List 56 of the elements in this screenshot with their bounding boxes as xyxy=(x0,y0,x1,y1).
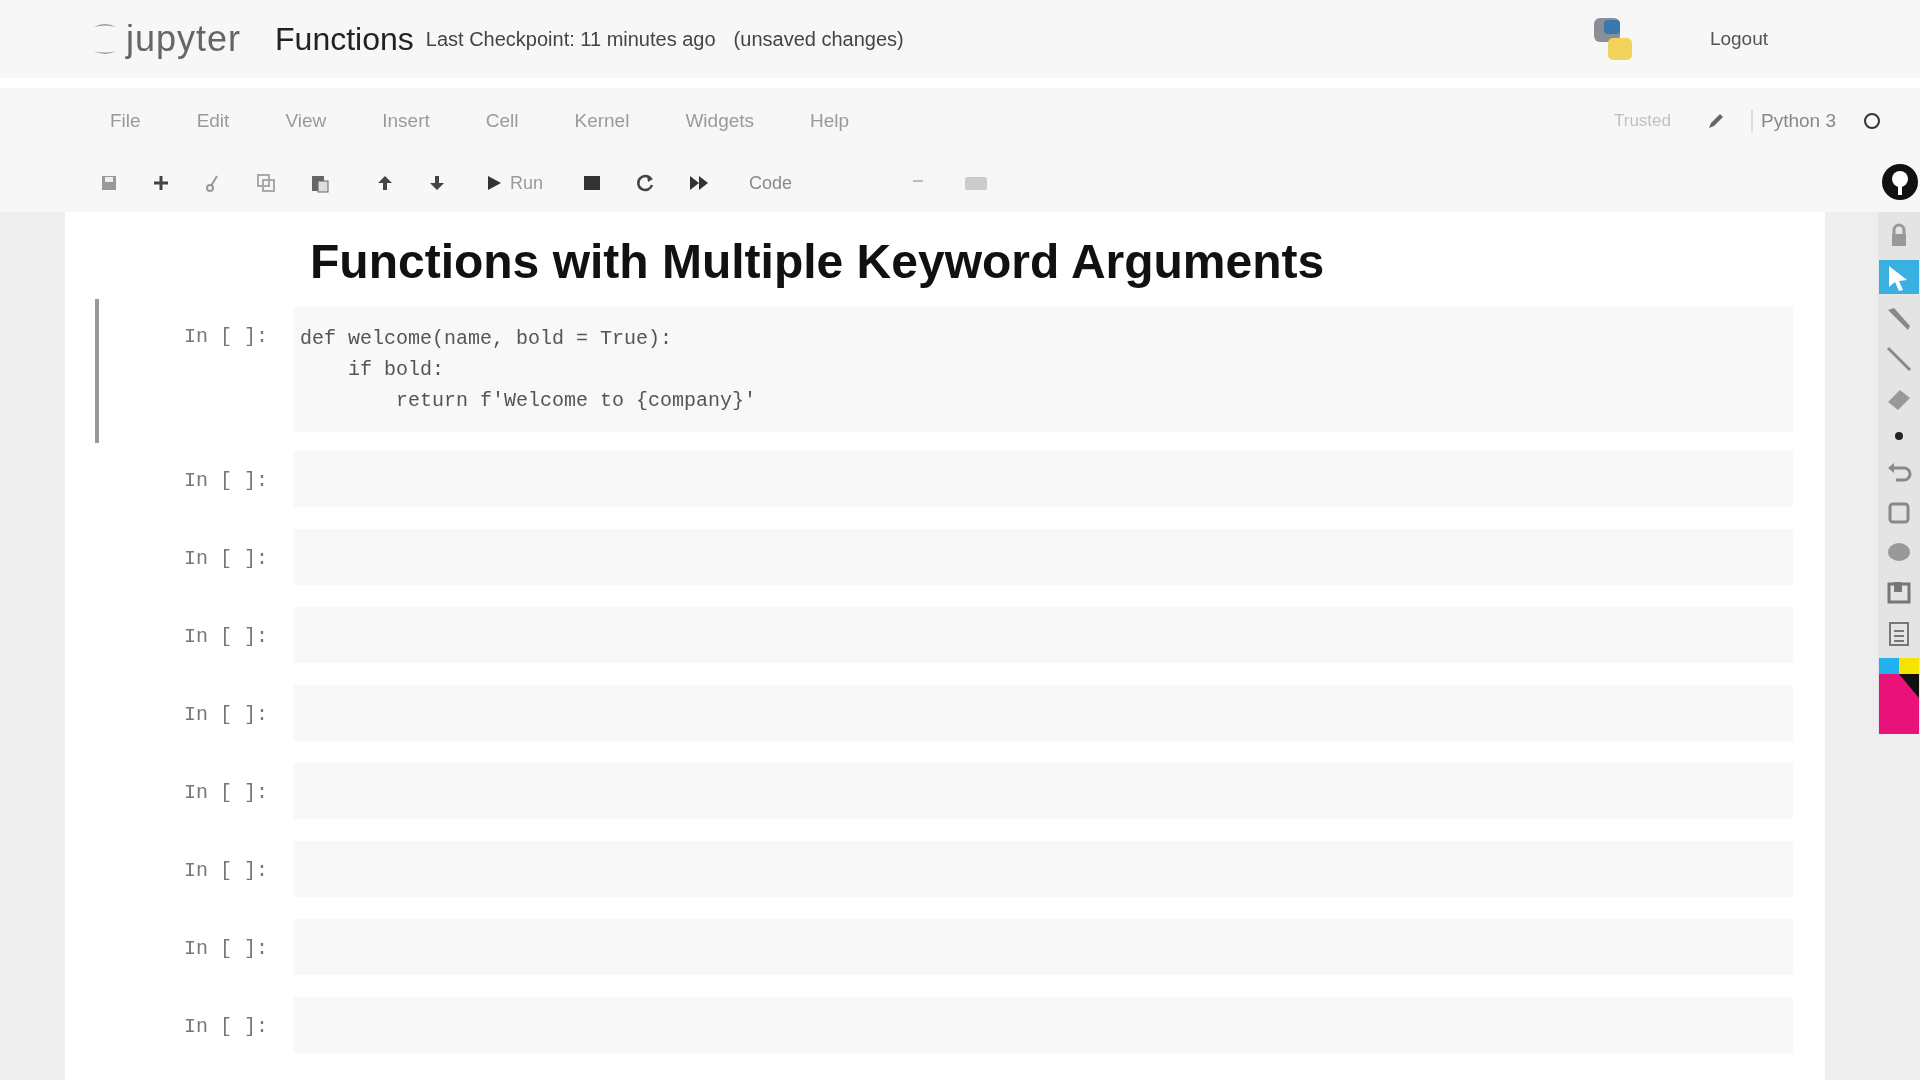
logo-text[interactable]: jupyter xyxy=(126,18,242,60)
menu-item[interactable]: Cell xyxy=(485,110,519,132)
input-prompt: In [ ]: xyxy=(184,324,269,348)
code-input[interactable]: def welcome(name, bold = True): if bold: return f'Welcome to {company}' xyxy=(294,307,1793,432)
plus-icon[interactable] xyxy=(152,174,170,192)
menu-item[interactable]: Edit xyxy=(196,110,230,132)
kernel-status-icon xyxy=(1862,111,1882,131)
menu-item[interactable]: Help xyxy=(810,110,850,132)
code-cell[interactable]: In [ ]: xyxy=(95,521,1825,599)
input-prompt: In [ ]: xyxy=(184,1014,269,1038)
menu-item[interactable]: View xyxy=(285,110,327,132)
arrow-up-icon[interactable] xyxy=(376,174,394,192)
input-prompt: In [ ]: xyxy=(184,936,269,960)
code-cell[interactable]: In [ ]: xyxy=(95,677,1825,755)
cell-type-dropdown[interactable]: Code xyxy=(743,170,931,196)
code-cell[interactable]: In [ ]: def welcome(name, bold = True): if bold: return f'Welcome to {company}' xyxy=(95,299,1825,443)
input-prompt: In [ ]: xyxy=(184,546,269,570)
copy-icon[interactable] xyxy=(256,173,276,193)
menu-item[interactable]: Kernel xyxy=(574,110,630,132)
menu-item[interactable]: Widgets xyxy=(685,110,755,132)
input-prompt: In [ ]: xyxy=(184,780,269,804)
code-cell[interactable]: In [ ]: xyxy=(95,989,1825,1067)
paste-icon[interactable] xyxy=(310,173,330,193)
menu-item[interactable]: File xyxy=(110,110,141,132)
code-line: return f'Welcome to {company}' xyxy=(395,388,758,414)
notebook-title[interactable]: Functions xyxy=(275,20,414,58)
checkpoint-text: Last Checkpoint: 11 minutes ago xyxy=(425,27,716,51)
stop-icon[interactable] xyxy=(583,174,602,192)
input-prompt: In [ ]: xyxy=(184,468,269,492)
keyboard-icon[interactable] xyxy=(964,174,989,192)
code-cell[interactable]: In [ ]: xyxy=(95,443,1825,521)
arrow-down-icon[interactable] xyxy=(428,174,446,192)
color-palette-icon[interactable] xyxy=(1879,658,1919,734)
run-button[interactable]: Run xyxy=(480,170,550,196)
input-prompt: In [ ]: xyxy=(184,858,269,882)
unsaved-status: (unsaved changes) xyxy=(733,27,904,51)
logout-button[interactable]: Logout xyxy=(1697,22,1780,56)
restart-icon[interactable] xyxy=(635,173,656,193)
play-icon xyxy=(486,175,502,191)
input-prompt: In [ ]: xyxy=(184,624,269,648)
notebook-heading: Functions with Multiple Keyword Arguments xyxy=(310,234,1326,289)
code-cell[interactable]: In [ ]: xyxy=(95,833,1825,911)
kernel-name: Python 3 xyxy=(1751,110,1836,132)
code-cell[interactable]: In [ ]: xyxy=(95,755,1825,833)
line-icon[interactable] xyxy=(1884,344,1914,374)
code-cell[interactable]: In [ ]: xyxy=(95,911,1825,989)
input-prompt: In [ ]: xyxy=(184,702,269,726)
code-line: def welcome(name, bold = True): xyxy=(300,326,674,352)
fast-forward-icon[interactable] xyxy=(689,174,710,192)
lightbulb-icon[interactable] xyxy=(1880,162,1920,202)
code-cell[interactable]: In [ ]: xyxy=(95,599,1825,677)
cursor-icon[interactable] xyxy=(1879,260,1919,294)
pencil-icon[interactable] xyxy=(1707,112,1725,130)
code-line: if bold: xyxy=(347,357,446,383)
menu-item[interactable]: Insert xyxy=(382,110,430,132)
save-icon[interactable] xyxy=(100,174,118,192)
